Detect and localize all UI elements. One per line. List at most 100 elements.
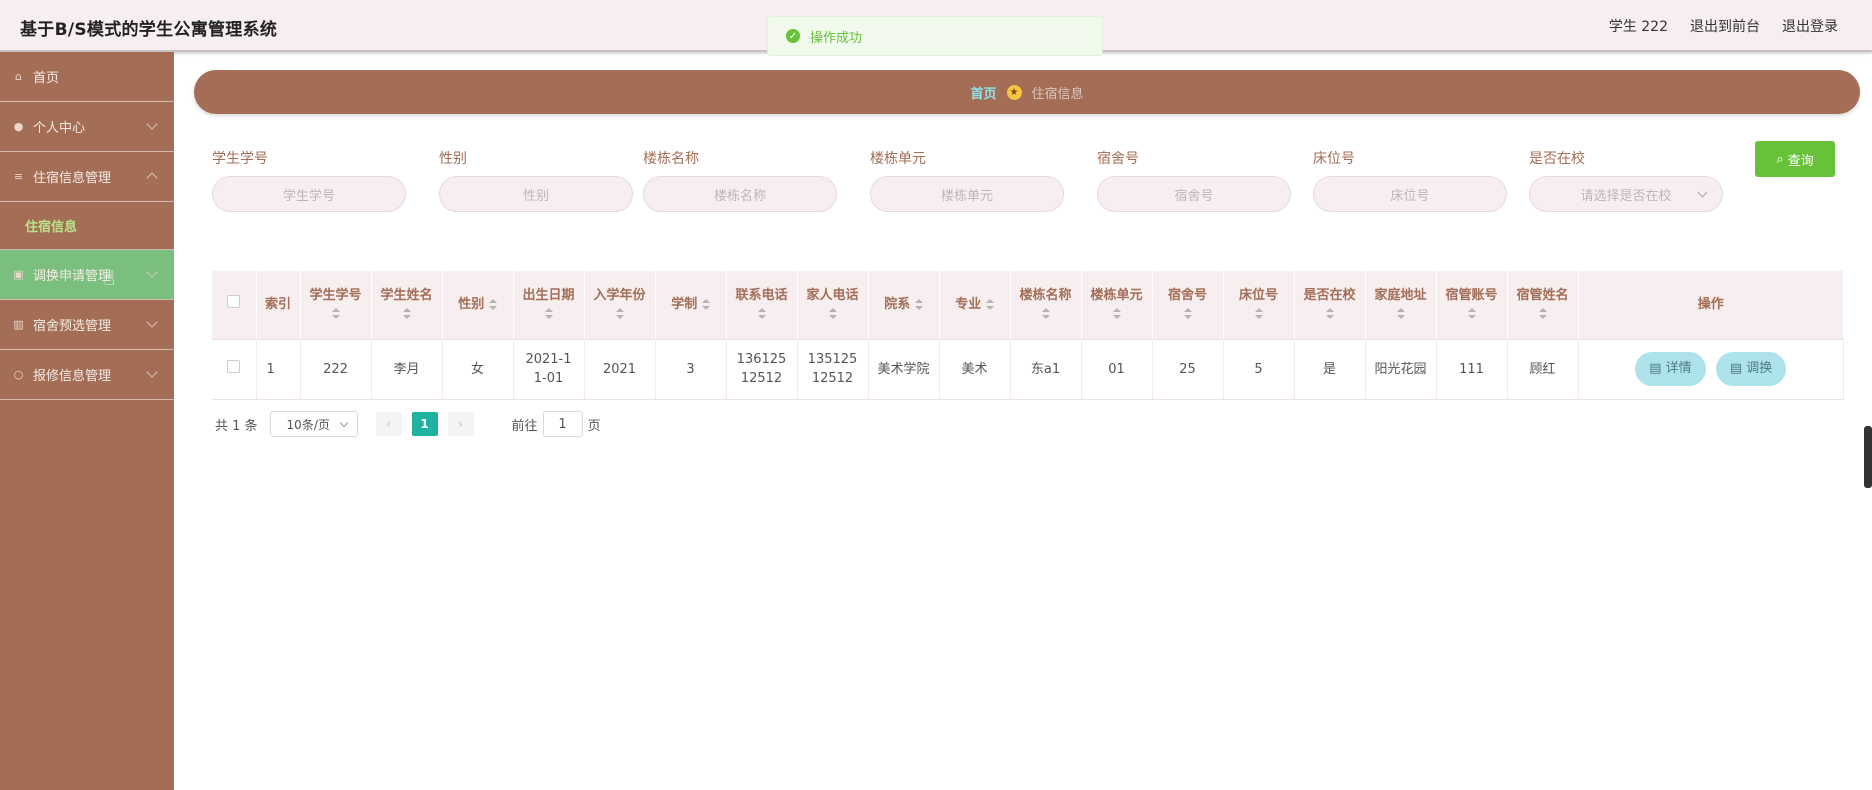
col-student-id: 学生学号 (309, 287, 362, 303)
col-header[interactable]: 入学年份 (584, 271, 656, 340)
page-size-select[interactable]: 10条/页 (269, 411, 358, 437)
col-header[interactable]: 学生姓名 (371, 271, 443, 340)
col-major: 专业 (955, 296, 982, 312)
chevron-down-icon (146, 366, 158, 378)
sort-icon[interactable] (331, 307, 340, 319)
building-name-input[interactable]: 楼栋名称 (643, 176, 837, 212)
col-header[interactable]: 出生日期 (513, 271, 585, 340)
page-size-value: 10条/页 (286, 417, 330, 432)
field-label: 楼栋名称 (643, 151, 699, 167)
field-label: 是否在校 (1529, 151, 1585, 167)
sort-icon[interactable] (488, 298, 497, 310)
sidebar-item-label: 宿舍预选管理 (33, 319, 112, 334)
swap-button-label: 调换 (1746, 361, 1773, 376)
cell-index: 1 (256, 339, 301, 400)
sort-icon[interactable] (1325, 307, 1334, 319)
sort-icon[interactable] (1112, 307, 1121, 319)
sort-icon[interactable] (615, 307, 624, 319)
col-header[interactable]: 院系 (868, 271, 940, 340)
prev-page-button[interactable]: ‹ (375, 412, 402, 436)
cell-phone: 13612512512 (726, 339, 798, 400)
cell-in-school: 是 (1294, 339, 1366, 400)
col-header[interactable]: 家人电话 (797, 271, 869, 340)
cell-student-name: 李月 (371, 339, 443, 400)
building-unit-input[interactable]: 楼栋单元 (870, 176, 1064, 212)
bed-number-input[interactable]: 床位号 (1313, 176, 1507, 212)
sidebar-item-personal-center[interactable]: ● 个人中心 (0, 102, 174, 152)
col-header: 索引 (256, 271, 301, 340)
col-bed-number: 床位号 (1238, 287, 1278, 303)
exit-to-front-link[interactable]: 退出到前台 (1690, 16, 1760, 36)
query-button[interactable]: ⌕ 查询 (1755, 141, 1835, 177)
col-header[interactable]: 楼栋单元 (1081, 271, 1153, 340)
col-building-name: 楼栋名称 (1019, 287, 1072, 303)
student-id-input[interactable]: 学生学号 (212, 176, 406, 212)
sidebar-item-dorm-preselect[interactable]: ▥ 宿舍预选管理 (0, 300, 174, 350)
sort-icon[interactable] (914, 298, 923, 310)
goto-suffix: 页 (587, 418, 601, 434)
col-header[interactable]: 专业 (939, 271, 1011, 340)
col-header[interactable]: 学制 (655, 271, 727, 340)
cell-enroll-year: 2021 (584, 339, 656, 400)
pagination: 共 1 条 10条/页 ‹ 1 › 前往 1 页 (215, 411, 601, 437)
dorm-number-input[interactable]: 宿舍号 (1097, 176, 1291, 212)
sort-icon[interactable] (544, 307, 553, 319)
col-manager-account: 宿管账号 (1445, 287, 1498, 303)
col-index: 索引 (264, 296, 291, 312)
filter-student-id: 学生学号 学生学号 (212, 148, 406, 212)
table-header-row: 索引 学生学号 学生姓名 性别 出生日期 入学年份 学制 联系电话 家人电话 院… (212, 271, 1844, 340)
sort-icon[interactable] (757, 307, 766, 319)
sidebar-subitem-accommodation-info[interactable]: 住宿信息 (0, 202, 174, 250)
chart-icon: ▥ (13, 318, 24, 331)
col-header[interactable]: 性别 (442, 271, 514, 340)
col-header[interactable]: 学生学号 (300, 271, 372, 340)
chevron-down-icon (146, 316, 158, 328)
sidebar-item-home[interactable]: ⌂ 首页 (0, 52, 174, 102)
sort-icon[interactable] (701, 298, 710, 310)
field-label: 床位号 (1313, 151, 1355, 167)
logout-link[interactable]: 退出登录 (1782, 16, 1838, 36)
next-page-button[interactable]: › (447, 412, 474, 436)
breadcrumb-home[interactable]: 首页 (970, 83, 996, 102)
col-header[interactable]: 是否在校 (1294, 271, 1366, 340)
sort-icon[interactable] (985, 298, 994, 310)
sort-icon[interactable] (402, 307, 411, 319)
toast-text: 操作成功 (810, 30, 863, 46)
breadcrumb-current: 住宿信息 (1031, 86, 1084, 102)
sort-icon[interactable] (1183, 307, 1192, 319)
col-header[interactable]: 楼栋名称 (1010, 271, 1082, 340)
in-school-select[interactable]: 请选择是否在校 (1529, 176, 1723, 212)
filter-building-name: 楼栋名称 楼栋名称 (643, 148, 837, 212)
col-header[interactable]: 家庭地址 (1365, 271, 1437, 340)
sort-icon[interactable] (1254, 307, 1263, 319)
sidebar-item-swap-request[interactable]: ▣ 调换申请管理 (0, 250, 174, 300)
page-number-current[interactable]: 1 (411, 412, 438, 436)
sort-icon[interactable] (1538, 307, 1547, 319)
gender-input[interactable]: 性别 (439, 176, 633, 212)
col-header[interactable]: 联系电话 (726, 271, 798, 340)
col-header[interactable]: 宿管姓名 (1507, 271, 1579, 340)
col-header[interactable]: 宿管账号 (1436, 271, 1508, 340)
cell-duration: 3 (655, 339, 727, 400)
sidebar-item-repair[interactable]: ○ 报修信息管理 (0, 350, 174, 400)
select-all-checkbox[interactable] (227, 295, 241, 309)
cell-building-unit: 01 (1081, 339, 1153, 400)
sort-icon[interactable] (1467, 307, 1476, 319)
cell-gender: 女 (442, 339, 514, 400)
row-checkbox[interactable] (227, 359, 241, 373)
sort-icon[interactable] (1041, 307, 1050, 319)
sidebar-item-accommodation[interactable]: ≡ 住宿信息管理 (0, 152, 174, 202)
sort-icon[interactable] (1396, 307, 1405, 319)
col-building-unit: 楼栋单元 (1090, 287, 1143, 303)
scrollbar-thumb[interactable] (1864, 426, 1872, 488)
cell-birth-date: 2021-11-01 (513, 339, 585, 400)
cell-family-phone: 13512512512 (797, 339, 869, 400)
sort-icon[interactable] (828, 307, 837, 319)
cell-actions: ▤ 详情 ▤ 调换 (1578, 339, 1844, 400)
swap-button[interactable]: ▤ 调换 (1715, 352, 1787, 386)
field-label: 楼栋单元 (870, 151, 926, 167)
detail-button[interactable]: ▤ 详情 (1635, 352, 1706, 386)
goto-page-input[interactable]: 1 (542, 411, 583, 437)
col-header[interactable]: 宿舍号 (1152, 271, 1224, 340)
col-header[interactable]: 床位号 (1223, 271, 1295, 340)
